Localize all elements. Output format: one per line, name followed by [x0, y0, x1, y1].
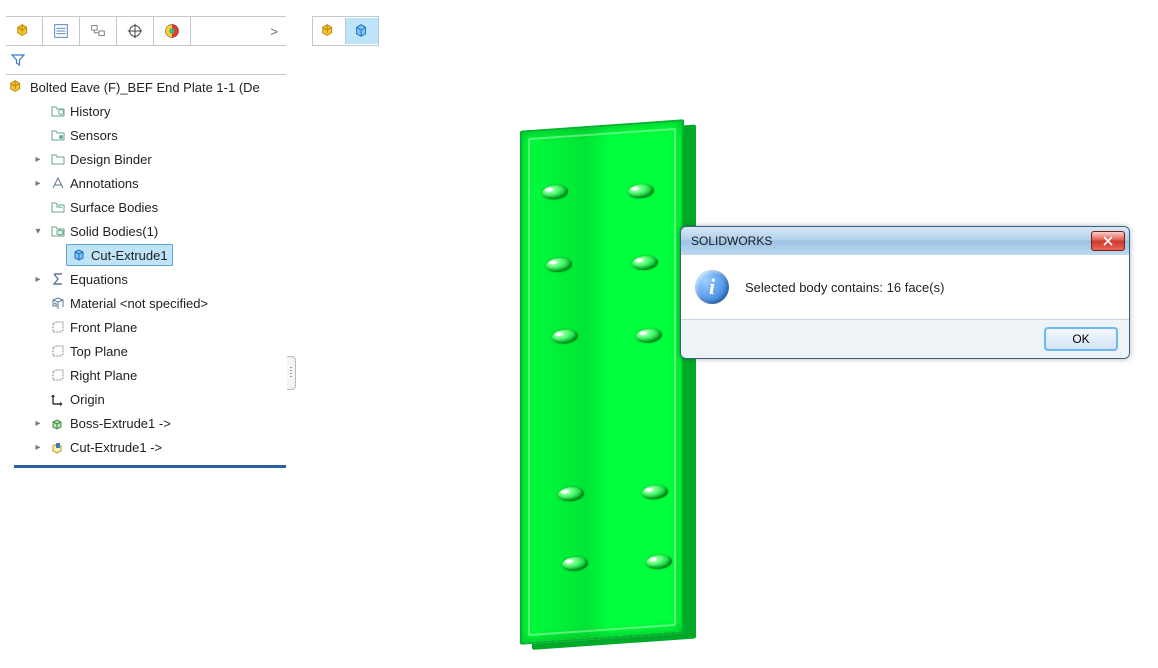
tree-root-row[interactable]: Bolted Eave (F)_BEF End Plate 1-1 (De	[6, 75, 286, 99]
binder-icon	[50, 151, 66, 167]
origin-icon	[50, 391, 66, 407]
tree-item-sensors[interactable]: ▸ Sensors	[6, 123, 286, 147]
list-icon	[52, 22, 70, 40]
tab-dimxpert-manager[interactable]	[117, 17, 154, 45]
feature-manager-panel: > Bolted Eave (F)_BEF End Plate 1-1 (De …	[6, 16, 286, 668]
surface-icon	[50, 199, 66, 215]
appearance-icon	[163, 22, 181, 40]
close-button[interactable]	[1091, 231, 1125, 251]
graphics-viewport[interactable]	[300, 60, 1158, 668]
plane-icon	[50, 367, 66, 383]
tab-property-manager[interactable]	[43, 17, 80, 45]
boss-extrude-icon	[50, 415, 66, 431]
material-icon	[50, 295, 66, 311]
selected-body-plate[interactable]	[520, 119, 684, 644]
tree-item-boss-extrude[interactable]: ▸ Boss-Extrude1 ->	[6, 411, 286, 435]
ok-button[interactable]: OK	[1045, 328, 1117, 350]
crosshair-icon	[126, 22, 144, 40]
feature-tree: ▸ History ▸ Sensors ▸ Design Binder ▸ An…	[6, 99, 286, 459]
dialog-titlebar[interactable]: SOLIDWORKS	[681, 227, 1129, 255]
dialog-button-row: OK	[681, 319, 1129, 358]
tab-display-manager[interactable]	[154, 17, 191, 45]
dialog-content: i Selected body contains: 16 face(s)	[681, 255, 1129, 319]
hole	[562, 556, 588, 572]
tree-item-annotations[interactable]: ▸ Annotations	[6, 171, 286, 195]
tab-configuration-manager[interactable]	[80, 17, 117, 45]
hole	[558, 486, 584, 502]
part-icon	[8, 78, 26, 96]
tree-item-origin[interactable]: ▸ Origin	[6, 387, 286, 411]
sensor-icon	[50, 127, 66, 143]
assembly-icon	[15, 22, 33, 40]
tree-item-top-plane[interactable]: ▸ Top Plane	[6, 339, 286, 363]
hole	[628, 183, 654, 199]
sigma-icon	[50, 271, 66, 287]
annotation-icon	[50, 175, 66, 191]
filter-bar[interactable]	[6, 46, 286, 75]
hole	[542, 184, 568, 200]
part-icon	[320, 22, 338, 40]
dialog-title: SOLIDWORKS	[691, 234, 1091, 248]
funnel-icon	[10, 52, 26, 68]
plane-icon	[50, 343, 66, 359]
tab-overflow-button[interactable]: >	[262, 17, 286, 45]
tree-item-right-plane[interactable]: ▸ Right Plane	[6, 363, 286, 387]
cut-extrude-icon	[50, 439, 66, 455]
info-icon: i	[695, 270, 729, 304]
body-icon	[353, 22, 371, 40]
tree-item-front-plane[interactable]: ▸ Front Plane	[6, 315, 286, 339]
tree-item-history[interactable]: ▸ History	[6, 99, 286, 123]
hole	[546, 257, 572, 273]
tree-item-cut-extrude-body[interactable]: ▸ Cut-Extrude1	[6, 243, 286, 267]
panel-flyout-handle[interactable]	[287, 356, 296, 390]
hole	[642, 484, 668, 500]
hole	[632, 255, 658, 271]
graphics-breadcrumb	[312, 16, 379, 46]
dialog-message: Selected body contains: 16 face(s)	[745, 280, 944, 295]
hole	[636, 328, 662, 344]
body-icon	[71, 247, 87, 263]
close-icon	[1103, 236, 1113, 246]
message-dialog: SOLIDWORKS i Selected body contains: 16 …	[680, 226, 1130, 359]
tree-item-cut-extrude-feature[interactable]: ▸ Cut-Extrude1 ->	[6, 435, 286, 459]
breadcrumb-part[interactable]	[313, 18, 345, 44]
tree-item-surface-bodies[interactable]: ▸ Surface Bodies	[6, 195, 286, 219]
breadcrumb-body[interactable]	[345, 18, 378, 44]
solid-folder-icon	[50, 223, 66, 239]
root-label: Bolted Eave (F)_BEF End Plate 1-1 (De	[30, 80, 260, 95]
config-icon	[89, 22, 107, 40]
tab-feature-tree[interactable]	[6, 17, 43, 45]
tree-item-equations[interactable]: ▸ Equations	[6, 267, 286, 291]
hole	[552, 329, 578, 345]
tree-end-marker	[14, 465, 286, 468]
tree-item-material[interactable]: ▸ Material <not specified>	[6, 291, 286, 315]
panel-tabstrip: >	[6, 16, 286, 46]
hole	[646, 554, 672, 570]
tree-item-design-binder[interactable]: ▸ Design Binder	[6, 147, 286, 171]
plane-icon	[50, 319, 66, 335]
tree-item-solid-bodies[interactable]: ▾ Solid Bodies(1)	[6, 219, 286, 243]
folder-icon	[50, 103, 66, 119]
